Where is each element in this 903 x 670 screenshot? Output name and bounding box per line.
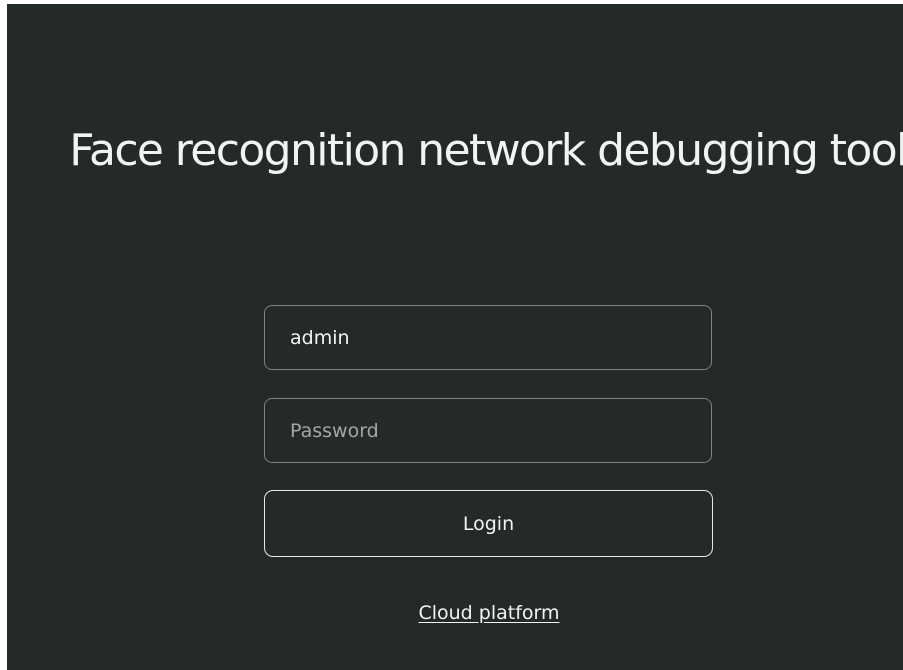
page-title: Face recognition network debugging tool xyxy=(69,125,903,176)
password-input[interactable] xyxy=(264,398,712,463)
username-input[interactable] xyxy=(264,305,712,370)
cloud-platform-link[interactable]: Cloud platform xyxy=(7,602,903,624)
login-screen: Face recognition network debugging tool … xyxy=(7,4,903,670)
login-button[interactable]: Login xyxy=(264,490,713,557)
